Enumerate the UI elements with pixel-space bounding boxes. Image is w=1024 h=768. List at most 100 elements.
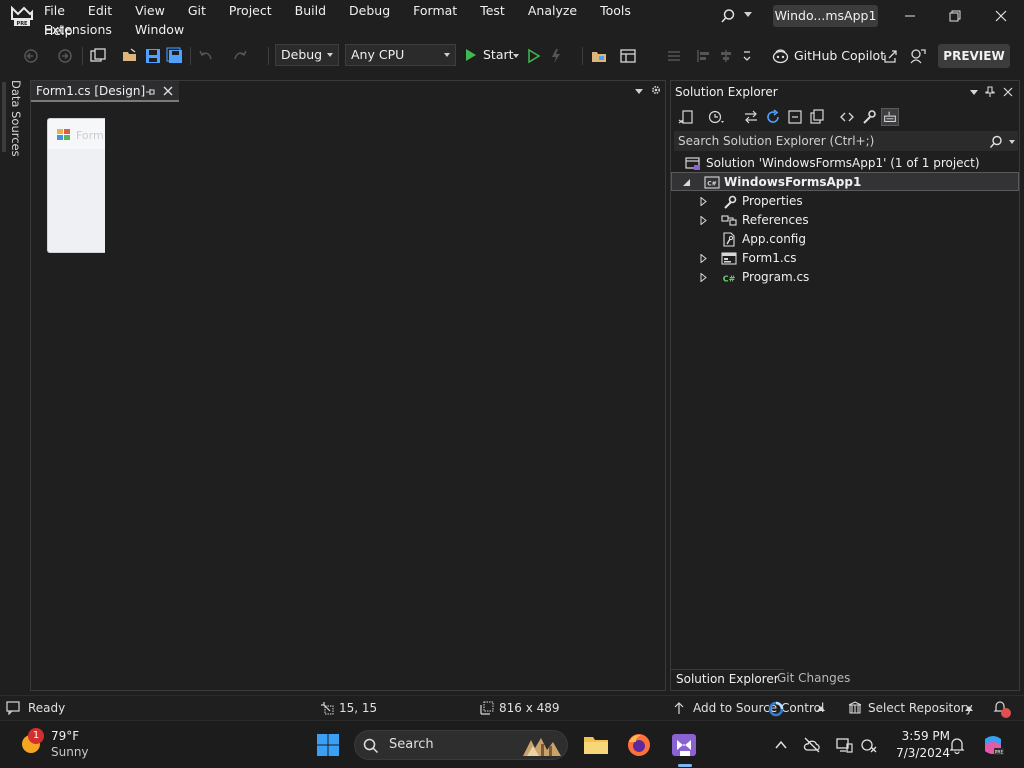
align-left-icon[interactable] (695, 47, 713, 65)
notification-status-icon[interactable] (6, 701, 20, 715)
feedback-icon[interactable] (909, 47, 927, 65)
tree-item-label: Form1.cs (742, 251, 797, 265)
chevron-up-icon[interactable] (772, 736, 790, 754)
tab-form1-design[interactable]: Form1.cs [Design] (31, 81, 179, 102)
preview-button[interactable]: PREVIEW (938, 44, 1010, 68)
pending-changes-filter-icon[interactable] (707, 108, 725, 126)
menu-analyze[interactable]: Analyze (528, 2, 586, 21)
search-input[interactable] (675, 132, 975, 150)
menu-help[interactable]: Help (44, 22, 82, 41)
platform-value: Any CPU (351, 47, 405, 62)
menu-view[interactable]: View (135, 2, 174, 21)
pin-icon[interactable] (984, 86, 996, 98)
search-icon[interactable] (989, 135, 1003, 149)
tree-item-program-cs[interactable]: C# Program.cs (671, 268, 1019, 287)
network-offline-icon[interactable] (860, 736, 878, 754)
file-explorer-icon[interactable] (580, 729, 612, 761)
menu-test[interactable]: Test (480, 2, 514, 21)
project-node[interactable]: C# WindowsFormsApp1 (671, 172, 1019, 191)
switch-views-icon[interactable] (677, 108, 695, 126)
close-panel-icon[interactable] (1002, 86, 1014, 98)
navigate-back-icon[interactable] (22, 47, 40, 65)
search-options-dropdown-icon[interactable] (1009, 140, 1015, 144)
visual-studio-taskbar-icon[interactable] (668, 729, 700, 761)
menu-build[interactable]: Build (295, 2, 335, 21)
preview-selected-items-icon[interactable] (881, 108, 899, 126)
window-title: Windo...msApp1 (773, 5, 878, 27)
pin-icon[interactable] (144, 86, 156, 98)
solution-folder-icon[interactable] (590, 47, 608, 65)
solution-platform-dropdown[interactable]: Any CPU (345, 44, 456, 66)
menu-tools[interactable]: Tools (600, 2, 640, 21)
solution-explorer-search[interactable] (674, 131, 1018, 151)
start-debugging-button[interactable]: Start (462, 44, 524, 66)
properties-wrench-icon[interactable] (860, 108, 878, 126)
tab-git-changes[interactable]: Git Changes (772, 669, 855, 690)
expanded-arrow-icon[interactable] (682, 178, 691, 187)
taskbar-search-box[interactable]: Search (354, 730, 568, 760)
menu-debug[interactable]: Debug (349, 2, 399, 21)
hot-reload-icon[interactable] (547, 47, 565, 65)
solution-node[interactable]: Solution 'WindowsFormsApp1' (1 of 1 proj… (671, 154, 1019, 173)
display-icon[interactable] (835, 736, 853, 754)
open-file-icon[interactable] (121, 47, 139, 65)
share-icon[interactable] (882, 47, 900, 65)
collapsed-arrow-icon[interactable] (699, 273, 708, 282)
collapse-all-icon[interactable] (786, 108, 804, 126)
menu-format[interactable]: Format (413, 2, 466, 21)
add-to-source-control-button[interactable]: Add to Source Control (672, 696, 832, 720)
sync-with-active-document-icon[interactable] (742, 108, 760, 126)
copilot-preview-icon[interactable]: PRE (981, 733, 1005, 757)
menu-file[interactable]: File (44, 2, 74, 21)
tree-item-properties[interactable]: Properties (671, 192, 1019, 211)
refresh-icon[interactable] (764, 108, 782, 126)
menu-edit[interactable]: Edit (88, 2, 121, 21)
clock-date[interactable]: 7/3/2024 (890, 746, 950, 760)
cloud-offline-icon[interactable] (803, 736, 821, 754)
save-all-icon[interactable] (166, 47, 184, 65)
tree-item-app-config[interactable]: App.config (671, 230, 1019, 249)
visual-studio-logo-icon[interactable]: PRE (10, 5, 34, 27)
toolbar-overflow-icon[interactable] (738, 47, 756, 65)
tab-solution-explorer[interactable]: Solution Explorer (671, 669, 784, 690)
notification-bell-icon[interactable] (948, 736, 966, 754)
align-center-icon[interactable] (717, 47, 735, 65)
restore-button[interactable] (945, 6, 965, 26)
data-sources-tab[interactable]: Data Sources (0, 78, 30, 198)
select-repository-button[interactable]: Select Repository (848, 696, 974, 720)
menu-window[interactable]: Window (135, 21, 193, 40)
clock-time[interactable]: 3:59 PM (890, 729, 950, 743)
close-button[interactable] (991, 6, 1011, 26)
collapsed-arrow-icon[interactable] (699, 216, 708, 225)
layout-icon[interactable] (619, 47, 637, 65)
minimize-button[interactable] (900, 6, 920, 26)
show-all-files-icon[interactable] (808, 108, 826, 126)
notifications-bell-button[interactable] (992, 699, 1014, 719)
windows-taskbar: 1 79°F Sunny Search 3:59 PM 7/3/2024 PRE (0, 720, 1024, 768)
collapsed-arrow-icon[interactable] (699, 197, 708, 206)
solution-configuration-dropdown[interactable]: Debug (275, 44, 339, 66)
designer-surface[interactable]: Form (31, 103, 665, 690)
firefox-icon[interactable] (623, 729, 655, 761)
tree-item-references[interactable]: References (671, 211, 1019, 230)
navigate-forward-icon[interactable] (56, 47, 74, 65)
start-without-debugging-icon[interactable] (525, 47, 543, 65)
tree-item-form1-cs[interactable]: Form1.cs (671, 249, 1019, 268)
new-project-icon[interactable] (89, 47, 107, 65)
collapsed-arrow-icon[interactable] (699, 254, 708, 263)
feature-search[interactable] (716, 6, 756, 26)
undo-icon[interactable] (197, 47, 215, 65)
gear-icon[interactable] (650, 84, 662, 96)
align-icon[interactable] (665, 47, 683, 65)
close-tab-icon[interactable] (162, 85, 174, 97)
view-code-icon[interactable] (838, 108, 856, 126)
menu-project[interactable]: Project (229, 2, 281, 21)
form1-preview[interactable]: Form (47, 118, 105, 253)
redo-icon[interactable] (231, 47, 249, 65)
menu-git[interactable]: Git (188, 2, 215, 21)
windows-start-icon[interactable] (316, 733, 340, 757)
toolbar-separator (82, 47, 83, 65)
tab-list-dropdown-icon[interactable] (635, 89, 643, 94)
save-icon[interactable] (144, 47, 162, 65)
panel-options-dropdown-icon[interactable] (968, 86, 980, 98)
